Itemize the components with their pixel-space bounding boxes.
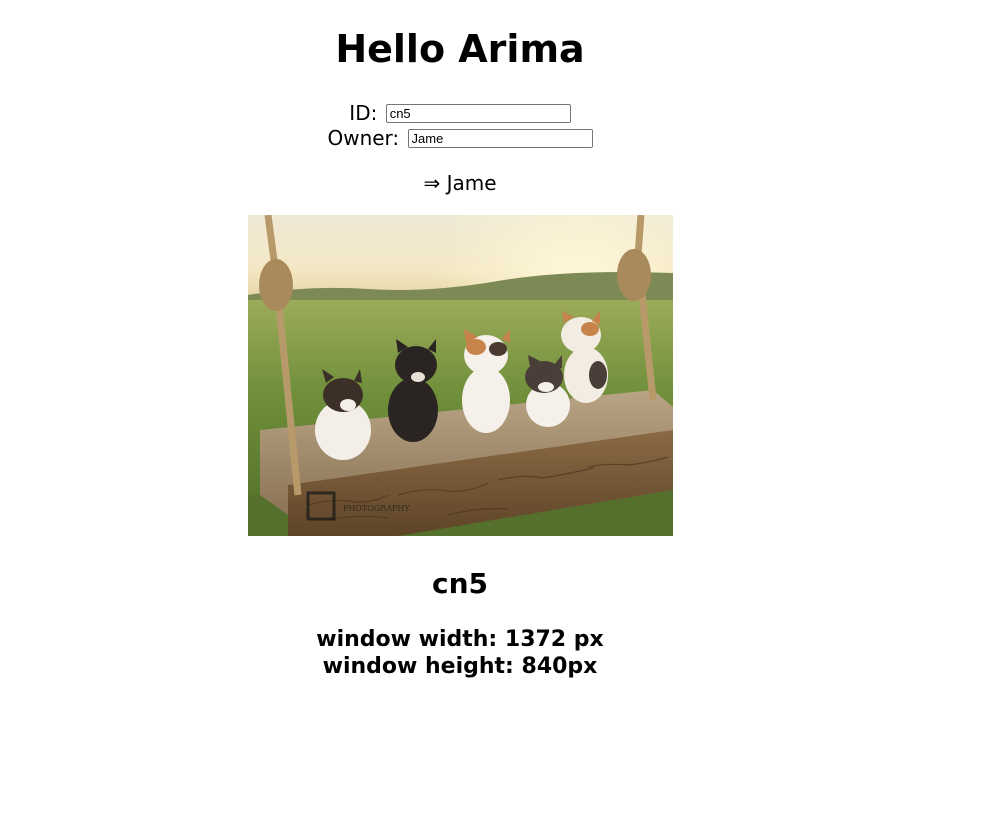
id-heading: cn5 bbox=[431, 567, 488, 600]
kitten-photo: PHOTOGRAPHY bbox=[247, 215, 673, 536]
photo-watermark: PHOTOGRAPHY bbox=[343, 504, 410, 513]
page: Hello Arima ID: Owner: ⇒ Jame bbox=[0, 0, 920, 680]
owner-row: Owner: bbox=[0, 125, 920, 150]
window-dimensions: window width: 1372 px window height: 840… bbox=[0, 626, 920, 680]
owner-label: Owner: bbox=[327, 126, 400, 150]
id-label: ID: bbox=[349, 101, 378, 125]
window-height-text: window height: 840px bbox=[322, 654, 598, 679]
kitten-photo-image: PHOTOGRAPHY bbox=[247, 215, 673, 536]
pet-form: ID: Owner: bbox=[0, 100, 920, 150]
greeting-heading: Hello Arima bbox=[335, 27, 585, 71]
owner-display: ⇒ Jame bbox=[423, 171, 497, 195]
id-input[interactable] bbox=[385, 104, 571, 123]
owner-input[interactable] bbox=[407, 129, 593, 148]
id-row: ID: bbox=[0, 100, 920, 125]
window-width-text: window width: 1372 px bbox=[316, 627, 604, 652]
